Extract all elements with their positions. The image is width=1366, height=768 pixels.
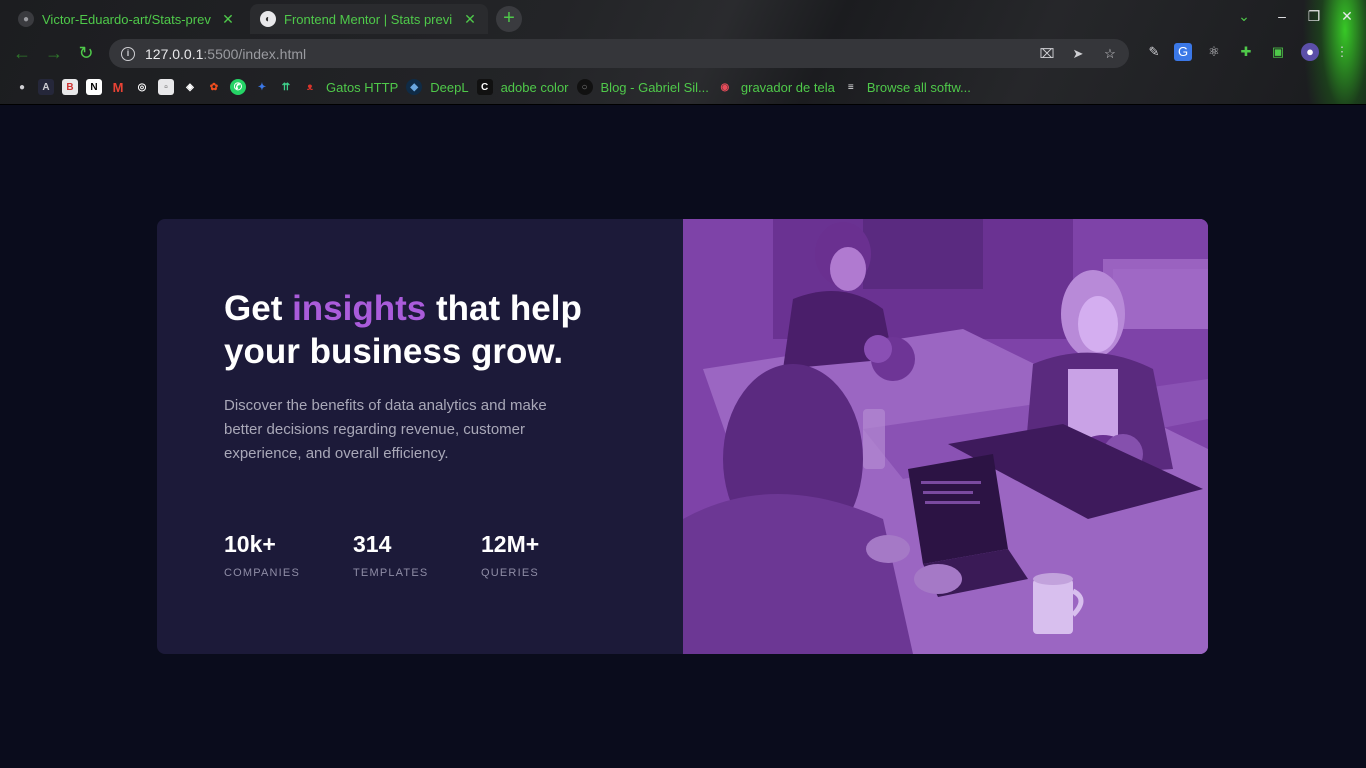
bookmark-item[interactable]: ✦	[254, 75, 270, 99]
bookmark-label: gravador de tela	[740, 79, 835, 95]
bookmark-item[interactable]: N	[86, 75, 102, 99]
tab-frontend-mentor[interactable]: ◐ Frontend Mentor | Stats previ ✕	[250, 4, 488, 34]
blog-icon: ○	[576, 79, 593, 95]
bookmark-item[interactable]: ◎	[134, 75, 150, 99]
adobe-color-icon: C	[476, 79, 493, 95]
stat-queries: 12M+ QUERIES	[481, 530, 539, 579]
tab-search-icon[interactable]: ⌄	[1233, 8, 1255, 25]
reload-icon[interactable]: ↻	[75, 42, 97, 64]
bookmark-label: Browse all softw...	[866, 79, 971, 95]
stat-label: TEMPLATES	[353, 567, 429, 579]
forward-icon[interactable]: →	[43, 42, 65, 64]
bookmark-item[interactable]: ✆	[230, 75, 246, 99]
bookmark-item[interactable]: ✿	[206, 75, 222, 99]
bookmark-item[interactable]: Cadobe color	[476, 75, 569, 99]
cat-icon: ᴥ	[306, 81, 314, 93]
close-icon[interactable]: ✕	[220, 11, 236, 28]
description: Discover the benefits of data analytics …	[224, 397, 547, 462]
recorder-icon: ◉	[720, 81, 730, 93]
back-icon[interactable]: ←	[11, 42, 33, 64]
bookmark-item[interactable]: ⇈	[278, 75, 294, 99]
gmail-icon: M	[112, 79, 124, 95]
bookmarks-bar: ● A B N M ◎ ▫ ◈ ✿ ✆ ✦ ⇈ ᴥ Gatos HTTP ◆ Dee…	[0, 70, 1366, 104]
browser-chrome: ● Victor-Eduardo-art/Stats-prev ✕ ◐ Fron…	[0, 0, 1366, 105]
chrome-divider	[0, 104, 1366, 105]
restore-icon[interactable]: ❐	[1303, 8, 1325, 25]
stat-value: 314	[353, 531, 392, 557]
address-bar[interactable]: i 127.0.0.1:5500/index.html ⌧ ➤ ☆	[109, 39, 1129, 68]
bookmark-item[interactable]: ◈	[182, 75, 198, 99]
bookmark-item[interactable]: ≡ Browse all softw...	[843, 75, 971, 99]
office-photo-illustration	[683, 219, 1208, 654]
bookmark-item[interactable]: ▫	[158, 75, 174, 99]
react-devtools-icon[interactable]: ⚛	[1205, 43, 1223, 61]
new-tab-button[interactable]: +	[496, 6, 522, 32]
close-window-icon[interactable]: ✕	[1336, 8, 1358, 25]
bookmark-label: DeepL	[430, 79, 469, 95]
stat-label: QUERIES	[481, 567, 539, 579]
bookmark-label: Gatos HTTP	[326, 79, 399, 95]
bookmark-item[interactable]: B	[62, 75, 78, 99]
bookmark-item[interactable]: ●	[14, 75, 30, 99]
stat-companies: 10k+ COMPANIES	[224, 530, 353, 579]
stat-value: 12M+	[481, 531, 540, 557]
bookmark-item[interactable]: A	[38, 75, 54, 99]
bookmark-icon: B	[62, 79, 78, 95]
address-path: :5500/index.html	[203, 45, 307, 62]
headline: Get insights that help your business gro…	[224, 287, 624, 373]
address-host: 127.0.0.1	[145, 45, 204, 62]
close-icon[interactable]: ✕	[462, 11, 478, 28]
bookmark-label: adobe color	[500, 79, 569, 95]
star-icon[interactable]: ☆	[1102, 46, 1118, 62]
tab-github[interactable]: ● Victor-Eduardo-art/Stats-prev ✕	[8, 4, 246, 34]
headline-accent: insights	[292, 289, 427, 328]
figma-icon: ✿	[209, 81, 219, 93]
tab-title: Frontend Mentor | Stats previ	[284, 11, 453, 27]
side-panel-icon[interactable]: ▣	[1269, 43, 1287, 61]
minimize-icon[interactable]: –	[1271, 8, 1293, 24]
page-icon: ▫	[158, 79, 174, 95]
circle-icon: ◎	[137, 81, 147, 93]
stat-label: COMPANIES	[224, 567, 300, 579]
extensions-icon[interactable]: ✚	[1237, 43, 1255, 61]
stats-row: 10k+ COMPANIES 314 TEMPLATES 12M+ QUERIE…	[224, 530, 539, 579]
software-icon: ≡	[847, 81, 854, 93]
stats-preview-card: Get insights that help your business gro…	[157, 219, 1208, 654]
browser-toolbar: ← → ↻ i 127.0.0.1:5500/index.html ⌧ ➤ ☆ …	[0, 36, 1366, 70]
tab-strip: ● Victor-Eduardo-art/Stats-prev ✕ ◐ Fron…	[0, 0, 1366, 36]
stat-templates: 314 TEMPLATES	[353, 530, 481, 579]
stat-value: 10k+	[224, 531, 276, 557]
bookmark-item[interactable]: ◉ gravador de tela	[717, 75, 835, 99]
github-icon: ●	[18, 81, 26, 93]
tab-title: Victor-Eduardo-art/Stats-prev	[42, 11, 211, 27]
site-info-icon[interactable]: i	[121, 46, 135, 61]
angular-icon: A	[38, 79, 54, 95]
github-icon: ●	[18, 11, 34, 27]
translate-icon[interactable]: ⌧	[1039, 46, 1055, 62]
headline-before: Get	[224, 289, 293, 328]
bookmark-item[interactable]: M	[110, 75, 126, 99]
bookmark-item[interactable]: ᴥ Gatos HTTP	[302, 75, 398, 99]
menu-icon[interactable]: ⋮	[1333, 43, 1351, 61]
google-translate-icon[interactable]: G	[1174, 43, 1192, 61]
app-icon: ✦	[257, 81, 267, 93]
send-icon[interactable]: ➤	[1070, 46, 1086, 62]
bookmark-item[interactable]: ◆ DeepL	[406, 75, 469, 99]
avatar[interactable]: ●	[1301, 43, 1319, 61]
notion-icon: N	[86, 79, 102, 95]
deepl-icon: ◆	[406, 79, 423, 95]
arrows-icon: ⇈	[281, 81, 291, 93]
codepen-icon: ◈	[186, 81, 194, 93]
bookmark-label: Blog - Gabriel Sil...	[600, 79, 709, 95]
bookmark-item[interactable]: ○ Blog - Gabriel Sil...	[576, 75, 709, 99]
office-photo	[683, 219, 1208, 654]
card-text-panel: Get insights that help your business gro…	[157, 219, 683, 654]
frontend-mentor-icon: ◐	[260, 11, 276, 27]
whatsapp-icon: ✆	[230, 79, 246, 95]
eyedropper-icon[interactable]: ✎	[1145, 43, 1163, 61]
